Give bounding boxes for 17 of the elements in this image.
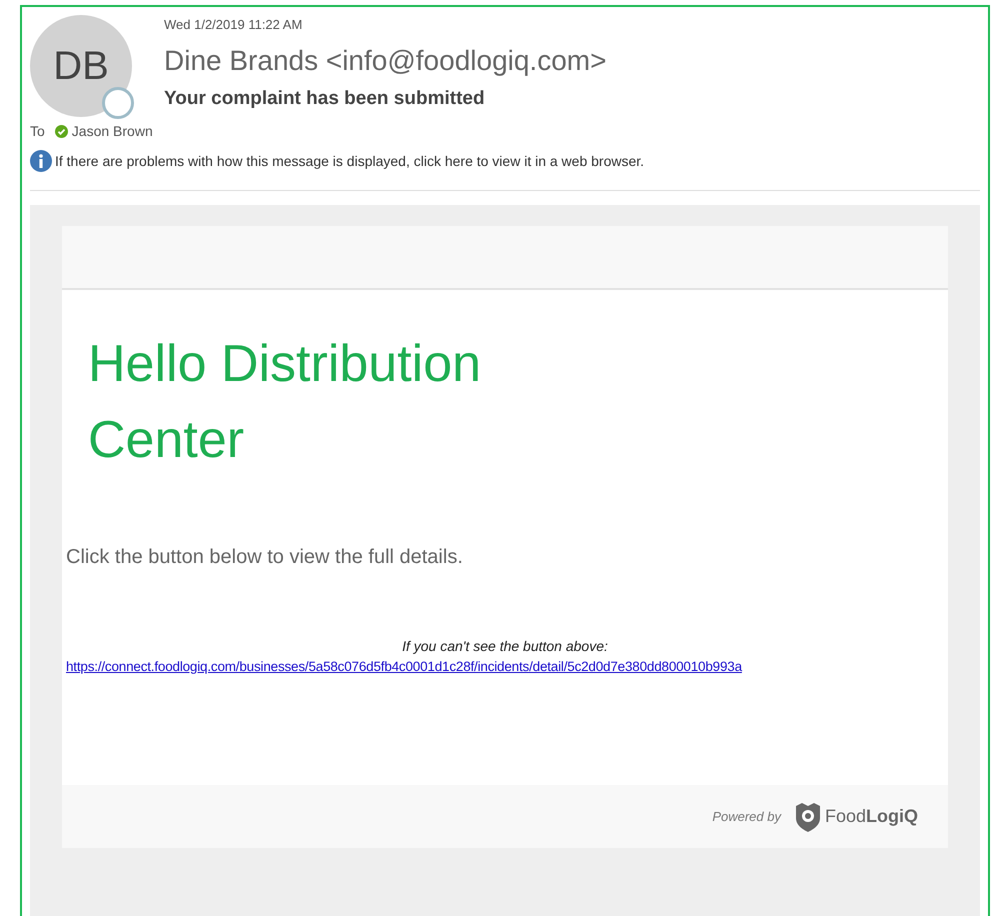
info-icon xyxy=(30,150,52,172)
powered-by-text: Powered by xyxy=(712,808,781,826)
shield-logo-icon xyxy=(794,802,821,832)
check-icon xyxy=(54,125,68,138)
to-label: To xyxy=(30,122,45,141)
brand-logo-text: FoodLogiQ xyxy=(824,805,918,828)
avatar-initials: DB xyxy=(53,43,109,90)
message-subject: Your complaint has been submitted xyxy=(164,86,486,110)
greeting-heading: Hello Distribution Center xyxy=(88,334,482,471)
info-bar-message[interactable]: If there are problems with how this message is displayed, click here to view it in a web browser. xyxy=(55,150,644,172)
instruction-text: Click the button below to view the full details. xyxy=(66,545,464,570)
fallback-note: If you can't see the button above: xyxy=(401,637,609,656)
presence-icon xyxy=(102,87,134,119)
message-date: Wed 1/2/2019 11:22 AM xyxy=(164,16,304,34)
sender-name: Dine Brands <info@foodlogiq.com> xyxy=(164,44,606,78)
recipient-name[interactable]: Jason Brown xyxy=(72,121,153,142)
incident-link[interactable]: https://connect.foodlogiq.com/businesses/5a58c076d5fb4c0001d1c28f/incidents/detail/5c2d0d7e380dd800010b993a xyxy=(66,657,944,678)
